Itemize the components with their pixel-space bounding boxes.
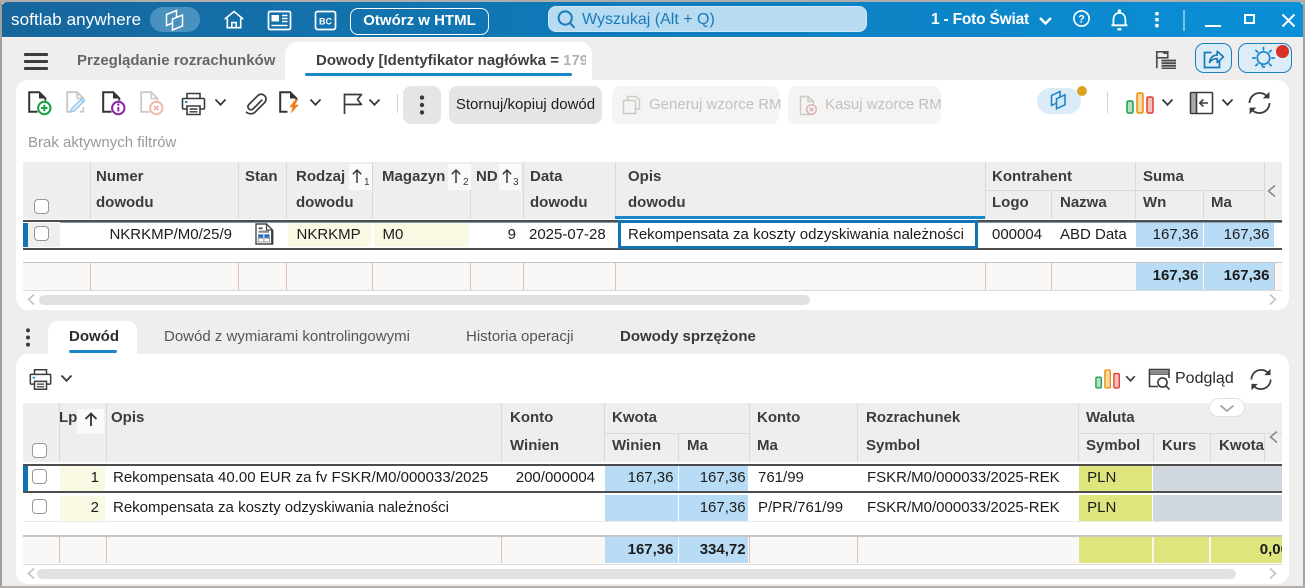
svg-text:?: ? (1078, 13, 1085, 25)
svg-text:BC: BC (319, 17, 332, 27)
